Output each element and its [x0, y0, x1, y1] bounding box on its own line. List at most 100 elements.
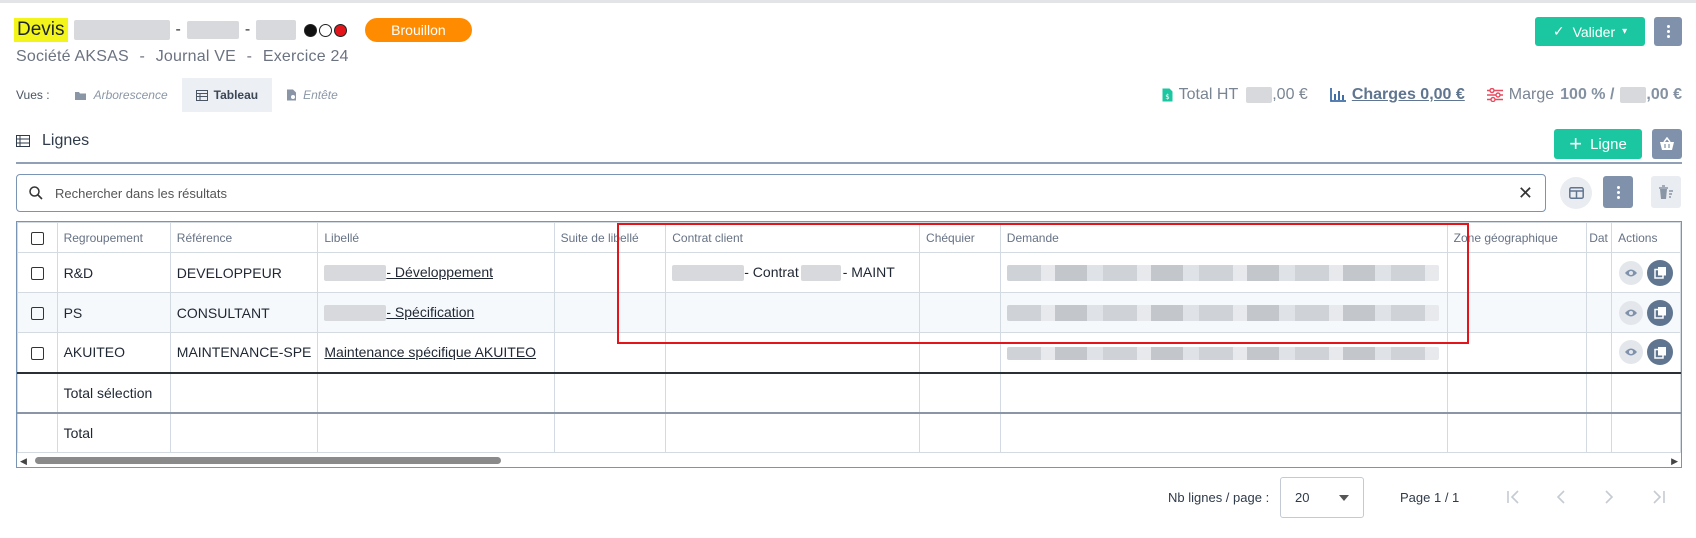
cell-libelle[interactable]: Maintenance spécifique AKUITEO	[317, 332, 555, 374]
cell-reference: CONSULTANT	[169, 292, 319, 333]
row-select-cell	[17, 292, 58, 333]
basket-button[interactable]	[1652, 129, 1682, 159]
views-label: Vues :	[16, 88, 50, 102]
page-indicator: Page 1 / 1	[1400, 489, 1460, 505]
status-dot-red[interactable]	[334, 23, 348, 37]
total-label: Total	[56, 411, 171, 453]
previous-page-icon[interactable]	[1556, 490, 1566, 504]
cell-date	[1586, 292, 1613, 333]
column-header[interactable]: Contrat client	[665, 222, 921, 253]
status-dot-black[interactable]	[304, 23, 318, 37]
view-entete[interactable]: Entête	[272, 78, 352, 112]
bar-chart-icon	[1329, 88, 1346, 102]
status-dot-white[interactable]	[319, 23, 333, 37]
cell-zone	[1446, 252, 1588, 293]
column-header[interactable]: Dat	[1586, 222, 1613, 253]
row-checkbox[interactable]	[31, 307, 44, 321]
marge-label: Marge	[1508, 86, 1555, 103]
rows-per-page-label: Nb lignes / page :	[1168, 489, 1270, 505]
totals-bar: $ Total HT ,00 € Charges 0,00 € Marge 10…	[1140, 84, 1682, 106]
doc-type-label: Devis	[14, 18, 68, 42]
cell-libelle[interactable]: - Spécification	[317, 292, 555, 333]
column-header[interactable]: Zone géographique	[1446, 222, 1588, 253]
clear-icon[interactable]: ✕	[1518, 183, 1533, 204]
eye-icon[interactable]	[1619, 300, 1644, 325]
redacted-text	[1006, 347, 1439, 361]
select-all-checkbox[interactable]	[31, 231, 44, 245]
redacted-doc-number	[73, 20, 170, 40]
cell-demande	[999, 332, 1448, 374]
column-header[interactable]: Libellé	[317, 222, 555, 253]
search-input[interactable]	[53, 184, 1518, 202]
caret-down-icon	[1339, 494, 1349, 501]
cell-libelle[interactable]: - Développement	[317, 252, 555, 293]
view-tableau[interactable]: Tableau	[181, 78, 273, 112]
cell-regroupement: R&D	[56, 252, 171, 293]
top-border	[0, 0, 1696, 3]
column-header[interactable]: Suite de libellé	[553, 222, 667, 253]
row-checkbox[interactable]	[31, 347, 44, 361]
rows-per-page-select[interactable]: 20	[1280, 477, 1364, 518]
subtitle-company: Société AKSAS	[16, 48, 129, 65]
bulk-delete-button[interactable]	[1651, 176, 1681, 208]
cell-contrat-client	[665, 332, 921, 374]
scroll-right-icon[interactable]: ▶	[1671, 456, 1678, 467]
invoice-dollar-icon: $	[1162, 88, 1173, 102]
search-bar[interactable]: ✕	[16, 174, 1546, 212]
eye-icon[interactable]	[1619, 340, 1644, 365]
plus-icon: +	[1569, 131, 1583, 156]
list-icon	[16, 135, 30, 147]
eye-icon[interactable]	[1619, 260, 1644, 285]
column-header: Actions	[1611, 222, 1681, 253]
marge: Marge 100 % / ,00 €	[1486, 86, 1682, 104]
view-arborescence[interactable]: Arborescence	[60, 78, 182, 112]
cell-demande	[999, 252, 1448, 293]
view-label: Tableau	[213, 88, 259, 102]
grid-more-button[interactable]	[1603, 176, 1633, 208]
last-page-icon[interactable]	[1652, 490, 1666, 504]
lines-table: Regroupement Référence Libellé Suite de …	[17, 222, 1681, 453]
search-icon	[29, 186, 43, 200]
table-row[interactable]: AKUITEO MAINTENANCE-SPE Maintenance spéc…	[17, 332, 1681, 374]
libelle-link[interactable]: - Développement	[386, 264, 493, 280]
cell-chequier	[919, 252, 1001, 293]
svg-text:$: $	[1165, 93, 1169, 101]
total-ht-suffix: ,00 €	[1272, 86, 1308, 103]
valider-button[interactable]: ✓ Valider ▾	[1535, 17, 1645, 46]
next-page-icon[interactable]	[1604, 490, 1614, 504]
total-row: Total	[17, 411, 1681, 453]
total-selection-row: Total sélection	[17, 371, 1681, 413]
views-switcher: Vues : Arborescence Tableau Entête	[16, 78, 352, 112]
table-row[interactable]: R&D DEVELOPPEUR - Développement - Contra…	[17, 252, 1681, 293]
cell-suite-libelle	[553, 332, 667, 374]
first-page-icon[interactable]	[1506, 490, 1520, 504]
copy-icon[interactable]	[1647, 299, 1674, 326]
libelle-link[interactable]: - Spécification	[386, 304, 474, 320]
column-header[interactable]: Chéquier	[919, 222, 1001, 253]
cell-zone	[1446, 332, 1588, 374]
cell-actions	[1611, 292, 1681, 333]
table-row[interactable]: PS CONSULTANT - Spécification	[17, 292, 1681, 333]
add-ligne-button[interactable]: + Ligne	[1554, 129, 1642, 159]
charges-amount[interactable]: Charges 0,00 €	[1352, 86, 1465, 104]
copy-icon[interactable]	[1647, 259, 1674, 286]
copy-icon[interactable]	[1647, 339, 1674, 366]
subtitle-sep: -	[139, 48, 146, 65]
column-header[interactable]: Regroupement	[56, 222, 171, 253]
libelle-link[interactable]: Maintenance spécifique AKUITEO	[324, 344, 536, 360]
charges-link[interactable]: Charges 0,00 €	[1329, 86, 1465, 104]
column-header[interactable]: Demande	[999, 222, 1448, 253]
scroll-left-icon[interactable]: ◀	[20, 456, 27, 467]
row-checkbox[interactable]	[31, 267, 44, 281]
horizontal-scrollbar[interactable]: ◀ ▶	[17, 453, 1681, 467]
header-more-button[interactable]	[1654, 17, 1682, 46]
cell-contrat-client	[665, 292, 921, 333]
column-chooser-button[interactable]	[1560, 177, 1592, 209]
redacted-client	[186, 21, 239, 39]
table-header-row: Regroupement Référence Libellé Suite de …	[17, 222, 1681, 253]
column-header[interactable]: Référence	[169, 222, 319, 253]
kebab-icon	[1666, 25, 1670, 38]
scrollbar-thumb[interactable]	[35, 457, 501, 464]
file-settings-icon	[287, 89, 297, 101]
lignes-heading: Lignes	[16, 132, 89, 150]
